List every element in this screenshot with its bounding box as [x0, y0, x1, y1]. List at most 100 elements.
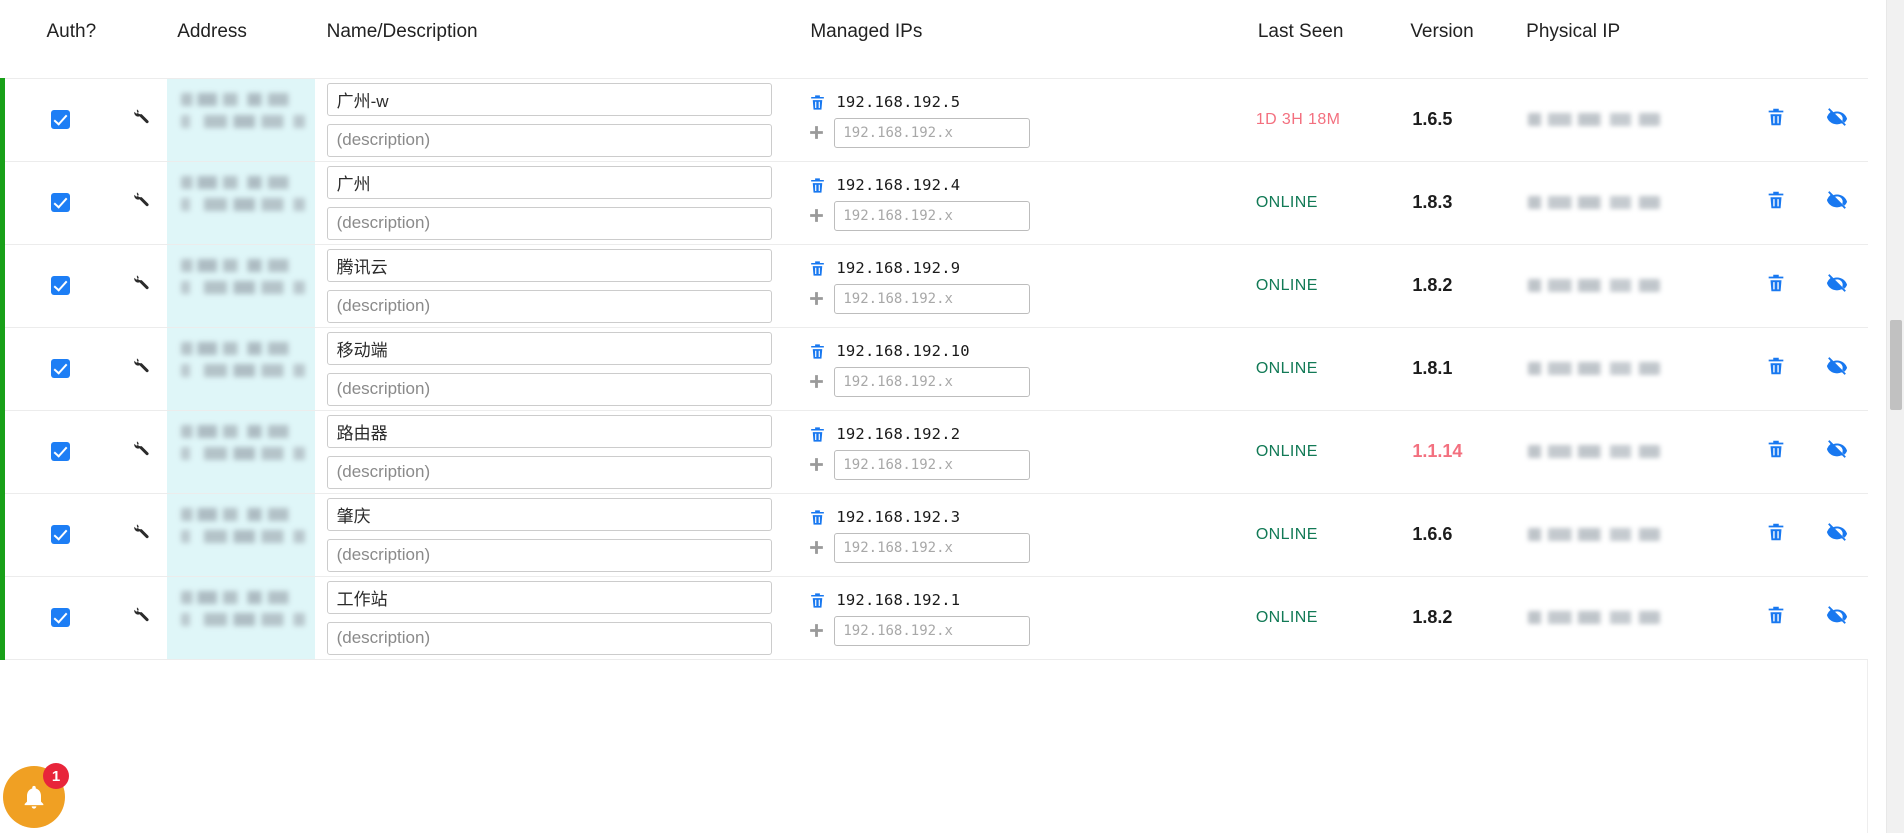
device-name-input[interactable]	[327, 581, 773, 614]
version-value: 1.6.6	[1400, 493, 1514, 576]
address-redacted	[167, 245, 314, 327]
notifications-bell-button[interactable]: 1	[3, 766, 65, 828]
configure-device-button[interactable]	[116, 327, 167, 410]
delete-managed-ip-button[interactable]	[808, 507, 827, 528]
hide-device-button[interactable]	[1807, 327, 1868, 410]
version-value: 1.6.5	[1400, 78, 1514, 161]
eye-slash-icon	[1825, 189, 1849, 211]
device-description-input[interactable]	[327, 290, 773, 323]
add-managed-ip-button[interactable]	[808, 539, 825, 556]
delete-device-button[interactable]	[1746, 576, 1807, 659]
eye-slash-icon	[1825, 521, 1849, 543]
new-managed-ip-input[interactable]	[834, 367, 1030, 397]
hide-device-button[interactable]	[1807, 244, 1868, 327]
managed-ips-cell: 192.168.192.5	[790, 78, 1247, 161]
name-description-cell	[315, 327, 791, 410]
auth-cell	[3, 78, 117, 161]
new-managed-ip-input[interactable]	[834, 450, 1030, 480]
redacted-text-line	[181, 364, 308, 377]
device-description-input[interactable]	[327, 124, 773, 157]
configure-device-button[interactable]	[116, 576, 167, 659]
trash-icon	[808, 92, 827, 113]
device-name-input[interactable]	[327, 415, 773, 448]
hide-device-button[interactable]	[1807, 161, 1868, 244]
table-row: 192.168.192.4ONLINE1.8.3	[3, 161, 1869, 244]
managed-ip-value: 192.168.192.10	[836, 342, 969, 360]
delete-managed-ip-button[interactable]	[808, 175, 827, 196]
auth-checkbox[interactable]	[51, 525, 70, 544]
redacted-text-line	[181, 115, 308, 128]
trash-icon	[808, 258, 827, 279]
column-header-name-description[interactable]: Name/Description	[315, 0, 791, 78]
auth-checkbox[interactable]	[51, 442, 70, 461]
auth-checkbox[interactable]	[51, 276, 70, 295]
redacted-text-line	[181, 259, 308, 272]
device-description-input[interactable]	[327, 539, 773, 572]
device-description-input[interactable]	[327, 207, 773, 240]
device-name-input[interactable]	[327, 166, 773, 199]
delete-managed-ip-button[interactable]	[808, 258, 827, 279]
auth-checkbox[interactable]	[51, 193, 70, 212]
column-header-physical-ip[interactable]: Physical IP	[1514, 0, 1746, 78]
column-header-version[interactable]: Version	[1400, 0, 1514, 78]
new-managed-ip-input[interactable]	[834, 118, 1030, 148]
device-description-input[interactable]	[327, 456, 773, 489]
physical-ip-redacted	[1528, 196, 1660, 209]
device-name-input[interactable]	[327, 249, 773, 282]
configure-device-button[interactable]	[116, 161, 167, 244]
delete-device-button[interactable]	[1746, 327, 1807, 410]
redacted-text-line	[181, 176, 308, 189]
new-managed-ip-input[interactable]	[834, 284, 1030, 314]
last-seen-status: ONLINE	[1248, 410, 1400, 493]
column-header-address[interactable]: Address	[167, 0, 314, 78]
device-description-input[interactable]	[327, 622, 773, 655]
plus-icon	[808, 207, 825, 224]
wrench-icon	[131, 189, 153, 211]
delete-device-button[interactable]	[1746, 78, 1807, 161]
device-name-input[interactable]	[327, 498, 773, 531]
delete-device-button[interactable]	[1746, 493, 1807, 576]
hide-device-button[interactable]	[1807, 576, 1868, 659]
device-description-input[interactable]	[327, 373, 773, 406]
auth-checkbox[interactable]	[51, 608, 70, 627]
new-managed-ip-input[interactable]	[834, 533, 1030, 563]
auth-checkbox[interactable]	[51, 359, 70, 378]
column-header-visibility	[1807, 0, 1868, 78]
new-managed-ip-input[interactable]	[834, 201, 1030, 231]
column-header-last-seen[interactable]: Last Seen	[1248, 0, 1400, 78]
delete-device-button[interactable]	[1746, 161, 1807, 244]
name-description-cell	[315, 493, 791, 576]
new-managed-ip-input[interactable]	[834, 616, 1030, 646]
delete-managed-ip-button[interactable]	[808, 590, 827, 611]
trash-icon	[808, 341, 827, 362]
column-header-auth[interactable]: Auth?	[3, 0, 117, 78]
hide-device-button[interactable]	[1807, 78, 1868, 161]
physical-ip-cell	[1514, 410, 1746, 493]
add-managed-ip-button[interactable]	[808, 124, 825, 141]
configure-device-button[interactable]	[116, 493, 167, 576]
hide-device-button[interactable]	[1807, 410, 1868, 493]
delete-managed-ip-button[interactable]	[808, 92, 827, 113]
page-scrollbar-track[interactable]	[1886, 0, 1904, 833]
add-managed-ip-button[interactable]	[808, 622, 825, 639]
delete-managed-ip-button[interactable]	[808, 341, 827, 362]
configure-device-button[interactable]	[116, 410, 167, 493]
physical-ip-redacted	[1528, 279, 1660, 292]
device-name-input[interactable]	[327, 83, 773, 116]
configure-device-button[interactable]	[116, 78, 167, 161]
auth-checkbox[interactable]	[51, 110, 70, 129]
managed-ip-value: 192.168.192.9	[836, 259, 960, 277]
add-managed-ip-button[interactable]	[808, 373, 825, 390]
page-scrollbar-thumb[interactable]	[1890, 320, 1902, 410]
add-managed-ip-button[interactable]	[808, 207, 825, 224]
delete-device-button[interactable]	[1746, 410, 1807, 493]
add-managed-ip-button[interactable]	[808, 290, 825, 307]
delete-managed-ip-button[interactable]	[808, 424, 827, 445]
notification-count-badge: 1	[43, 763, 69, 789]
configure-device-button[interactable]	[116, 244, 167, 327]
device-name-input[interactable]	[327, 332, 773, 365]
column-header-managed-ips[interactable]: Managed IPs	[790, 0, 1247, 78]
hide-device-button[interactable]	[1807, 493, 1868, 576]
add-managed-ip-button[interactable]	[808, 456, 825, 473]
delete-device-button[interactable]	[1746, 244, 1807, 327]
